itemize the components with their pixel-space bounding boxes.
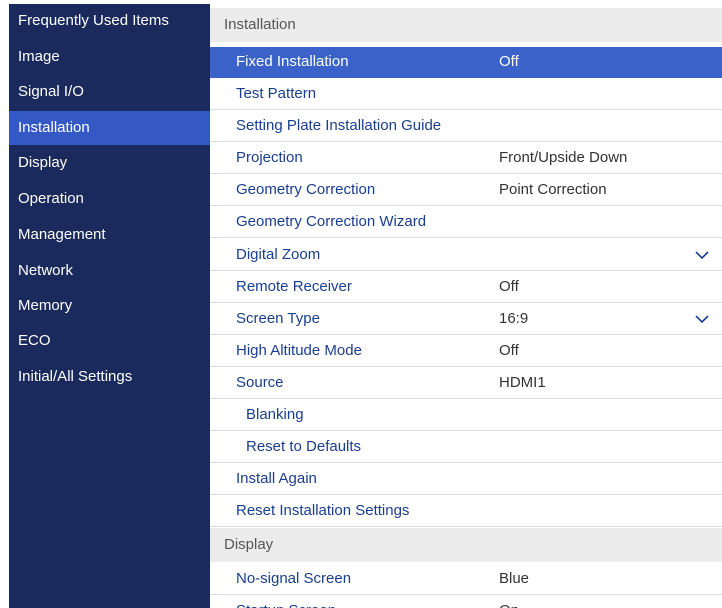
row-label: Fixed Installation	[236, 53, 349, 70]
row-no-signal-screen[interactable]: No-signal Screen Blue	[210, 564, 722, 595]
row-label: Remote Receiver	[236, 278, 352, 295]
sidebar-item-eco[interactable]: ECO	[9, 324, 210, 358]
sidebar-item-management[interactable]: Management	[9, 218, 210, 252]
row-label: Startup Screen	[236, 596, 336, 608]
row-test-pattern[interactable]: Test Pattern	[210, 79, 722, 110]
chevron-down-icon[interactable]	[694, 311, 710, 327]
row-value: Point Correction	[499, 181, 607, 198]
row-value: HDMI1	[499, 374, 546, 391]
sidebar-item-memory[interactable]: Memory	[9, 289, 210, 323]
row-label: Screen Type	[236, 310, 320, 327]
row-startup-screen[interactable]: Startup Screen On	[210, 596, 722, 608]
row-digital-zoom[interactable]: Digital Zoom	[210, 240, 722, 271]
row-high-altitude-mode[interactable]: High Altitude Mode Off	[210, 336, 722, 367]
row-value: 16:9	[499, 310, 529, 327]
chevron-down-icon[interactable]	[694, 247, 710, 263]
sidebar: Frequently Used Items Image Signal I/O I…	[9, 4, 210, 608]
row-remote-receiver[interactable]: Remote Receiver Off	[210, 272, 722, 303]
row-reset-installation-settings[interactable]: Reset Installation Settings	[210, 496, 722, 527]
row-source[interactable]: Source HDMI1	[210, 368, 722, 399]
row-reset-to-defaults[interactable]: Reset to Defaults	[210, 432, 722, 463]
sidebar-item-display[interactable]: Display	[9, 146, 210, 180]
sidebar-item-image[interactable]: Image	[9, 40, 210, 74]
sidebar-item-initial-all-settings[interactable]: Initial/All Settings	[9, 360, 210, 394]
settings-panel: Installation Fixed Installation Off Test…	[210, 4, 722, 608]
row-label: Blanking	[246, 406, 304, 423]
sidebar-item-frequently-used-items[interactable]: Frequently Used Items	[9, 4, 210, 38]
row-geometry-correction-wizard[interactable]: Geometry Correction Wizard	[210, 207, 722, 238]
row-label: Setting Plate Installation Guide	[236, 117, 442, 134]
row-label: Reset to Defaults	[246, 438, 362, 455]
row-label: High Altitude Mode	[236, 342, 362, 359]
row-label: Digital Zoom	[236, 246, 321, 263]
row-screen-type[interactable]: Screen Type 16:9	[210, 304, 722, 335]
row-label: Test Pattern	[236, 85, 317, 102]
section-header-installation: Installation	[210, 8, 722, 42]
row-fixed-installation[interactable]: Fixed Installation Off	[210, 47, 722, 78]
row-install-again[interactable]: Install Again	[210, 464, 722, 495]
row-value: Off	[499, 278, 519, 295]
row-label: Install Again	[236, 470, 317, 487]
section-header-display: Display	[210, 528, 722, 562]
row-label: Geometry Correction	[236, 181, 376, 198]
row-value: On	[499, 596, 519, 608]
row-label: Source	[236, 374, 284, 391]
sidebar-item-network[interactable]: Network	[9, 254, 210, 288]
row-setting-plate-installation-guide[interactable]: Setting Plate Installation Guide	[210, 111, 722, 142]
row-label: Reset Installation Settings	[236, 502, 410, 519]
row-value: Front/Upside Down	[499, 149, 628, 166]
row-projection[interactable]: Projection Front/Upside Down	[210, 143, 722, 174]
sidebar-item-signal-io[interactable]: Signal I/O	[9, 75, 210, 109]
row-blanking[interactable]: Blanking	[210, 400, 722, 431]
row-label: No-signal Screen	[236, 570, 352, 587]
projector-menu: Frequently Used Items Image Signal I/O I…	[9, 4, 722, 608]
row-geometry-correction[interactable]: Geometry Correction Point Correction	[210, 175, 722, 206]
row-value: Blue	[499, 570, 530, 587]
row-value: Off	[499, 342, 519, 359]
sidebar-item-installation[interactable]: Installation	[9, 111, 210, 145]
sidebar-item-operation[interactable]: Operation	[9, 182, 210, 216]
row-value: Off	[499, 53, 519, 70]
row-label: Geometry Correction Wizard	[236, 213, 427, 230]
row-label: Projection	[236, 149, 303, 166]
